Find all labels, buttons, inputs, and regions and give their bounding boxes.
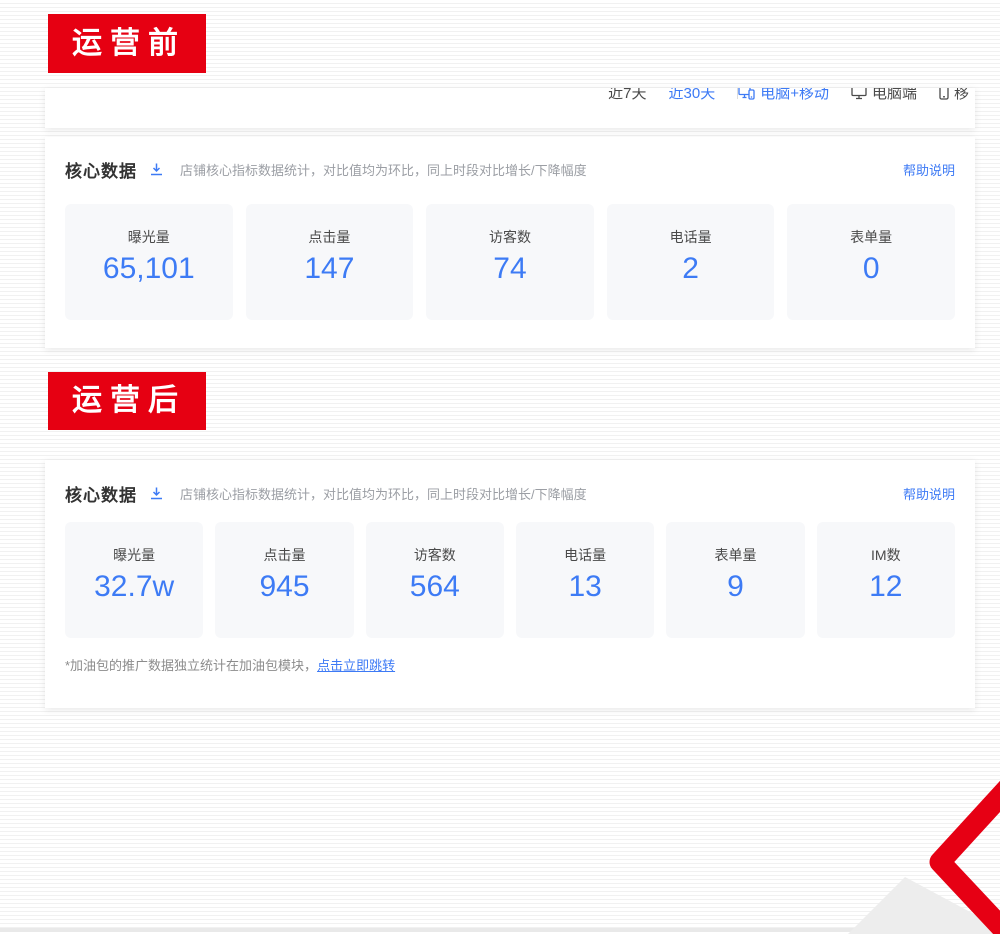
stat-value: 147 (246, 252, 414, 286)
stat-label: IM数 (817, 545, 955, 565)
stats-row-after: 曝光量 32.7w 点击量 945 访客数 564 电话量 13 表单量 9 I… (65, 522, 955, 638)
stat-label: 电话量 (516, 545, 654, 565)
panel-title: 核心数据 (65, 481, 137, 506)
stat-label: 表单量 (666, 545, 804, 565)
stat-card-calls: 电话量 13 (516, 522, 654, 638)
stat-value: 2 (607, 252, 775, 286)
stat-card-visitors: 访客数 74 (426, 204, 594, 320)
panel-header: 核心数据 店铺核心指标数据统计，对比值均为环比，同上时段对比增长/下降幅度 帮助… (65, 482, 955, 504)
filter-device-combined[interactable]: 电脑+移动 (738, 88, 829, 103)
monitor-icon (851, 88, 867, 100)
stat-card-forms: 表单量 0 (787, 204, 955, 320)
stats-row-before: 曝光量 65,101 点击量 147 访客数 74 电话量 2 表单量 0 (65, 204, 955, 320)
banner-after-operation: 运营后 (48, 372, 206, 430)
stat-value: 32.7w (65, 570, 203, 604)
stat-card-forms: 表单量 9 (666, 522, 804, 638)
stat-value: 74 (426, 252, 594, 286)
panel-description: 店铺核心指标数据统计，对比值均为环比，同上时段对比增长/下降幅度 (180, 484, 587, 503)
help-link[interactable]: 帮助说明 (903, 484, 955, 503)
stat-card-clicks: 点击量 147 (246, 204, 414, 320)
panel-description: 店铺核心指标数据统计，对比值均为环比，同上时段对比增长/下降幅度 (180, 160, 587, 179)
stat-card-visitors: 访客数 564 (366, 522, 504, 638)
stat-label: 曝光量 (65, 227, 233, 247)
filter-range-30d[interactable]: 近30天 (669, 88, 716, 103)
footnote-text: *加油包的推广数据独立统计在加油包模块， (65, 658, 317, 673)
stat-card-exposure: 曝光量 65,101 (65, 204, 233, 320)
pc-mobile-icon (738, 88, 755, 100)
filter-device-mobile[interactable]: 移 (939, 88, 969, 103)
panel-title: 核心数据 (65, 157, 137, 182)
help-link[interactable]: 帮助说明 (903, 160, 955, 179)
stat-card-im: IM数 12 (817, 522, 955, 638)
download-icon (149, 162, 164, 177)
footnote-jump-link[interactable]: 点击立即跳转 (317, 658, 395, 673)
filter-device-pc-label: 电脑端 (872, 88, 917, 103)
stat-value: 12 (817, 570, 955, 604)
stat-label: 曝光量 (65, 545, 203, 565)
filter-device-mobile-label: 移 (954, 88, 969, 103)
stat-value: 0 (787, 252, 955, 286)
filter-toolbar: 近7天 近30天 电脑+移动 电脑端 移 (45, 88, 975, 128)
stat-label: 点击量 (246, 227, 414, 247)
core-data-panel-after: 核心数据 店铺核心指标数据统计，对比值均为环比，同上时段对比增长/下降幅度 帮助… (45, 460, 975, 708)
footnote: *加油包的推广数据独立统计在加油包模块，点击立即跳转 (65, 655, 955, 674)
filter-device-pc[interactable]: 电脑端 (851, 88, 917, 103)
bottom-right-decoration (835, 770, 1000, 934)
filter-range-7d[interactable]: 近7天 (608, 88, 646, 103)
filter-row: 近7天 近30天 电脑+移动 电脑端 移 (45, 88, 975, 104)
stat-label: 点击量 (215, 545, 353, 565)
phone-icon (939, 88, 949, 100)
stat-card-calls: 电话量 2 (607, 204, 775, 320)
download-button[interactable] (149, 486, 164, 501)
core-data-panel-before: 核心数据 店铺核心指标数据统计，对比值均为环比，同上时段对比增长/下降幅度 帮助… (45, 137, 975, 348)
stat-card-clicks: 点击量 945 (215, 522, 353, 638)
download-icon (149, 486, 164, 501)
filter-device-combined-label: 电脑+移动 (760, 88, 829, 103)
stat-label: 访客数 (426, 227, 594, 247)
banner-before-operation: 运营前 (48, 14, 206, 73)
stat-value: 9 (666, 570, 804, 604)
stat-card-exposure: 曝光量 32.7w (65, 522, 203, 638)
stat-label: 访客数 (366, 545, 504, 565)
stat-value: 65,101 (65, 252, 233, 286)
stat-value: 13 (516, 570, 654, 604)
stat-value: 945 (215, 570, 353, 604)
stat-label: 电话量 (607, 227, 775, 247)
stat-value: 564 (366, 570, 504, 604)
panel-header: 核心数据 店铺核心指标数据统计，对比值均为环比，同上时段对比增长/下降幅度 帮助… (65, 158, 955, 180)
download-button[interactable] (149, 162, 164, 177)
stat-label: 表单量 (787, 227, 955, 247)
